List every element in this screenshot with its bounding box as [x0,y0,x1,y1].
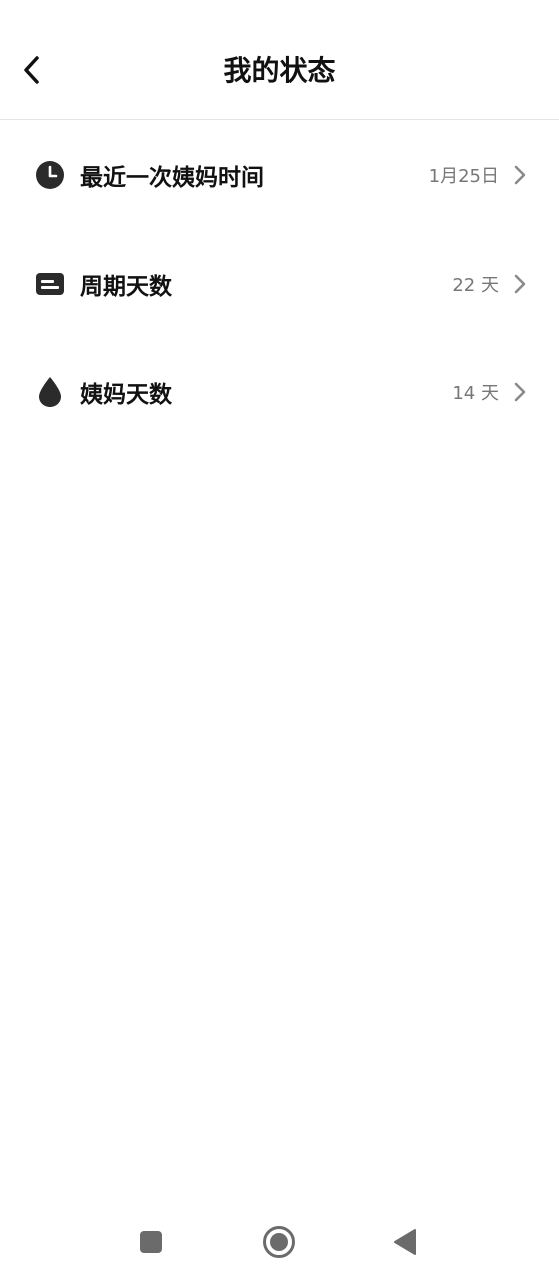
back-button[interactable] [14,52,50,88]
drop-icon [34,376,66,408]
row-label: 最近一次姨妈时间 [80,165,264,191]
chevron-left-icon [24,56,39,84]
row-value: 1月25日 [428,166,499,187]
card-icon [34,268,66,300]
triangle-back-icon [394,1229,416,1255]
page-title: 我的状态 [223,54,336,87]
row-value: 22 天 [452,275,499,296]
chevron-right-icon [511,272,529,296]
row-period-days[interactable]: 姨妈天数 14 天 [0,352,559,432]
system-back-button[interactable] [385,1222,425,1262]
system-navbar [0,1206,559,1280]
home-button[interactable] [259,1222,299,1262]
row-cycle-days[interactable]: 周期天数 22 天 [0,244,559,324]
page: 我的状态 最近一次姨妈时间 1月25日 周期天数 22 天 姨妈天数 14 天 [0,0,559,1280]
square-icon [140,1231,162,1253]
chevron-right-icon [511,380,529,404]
row-label: 周期天数 [80,274,172,300]
clock-icon [34,159,66,191]
row-label: 姨妈天数 [80,382,172,408]
row-value: 14 天 [452,383,499,404]
recent-apps-button[interactable] [131,1222,171,1262]
chevron-right-icon [511,163,529,187]
app-header: 我的状态 [0,0,559,120]
circle-icon [263,1226,295,1258]
row-last-period-date[interactable]: 最近一次姨妈时间 1月25日 [0,135,559,215]
